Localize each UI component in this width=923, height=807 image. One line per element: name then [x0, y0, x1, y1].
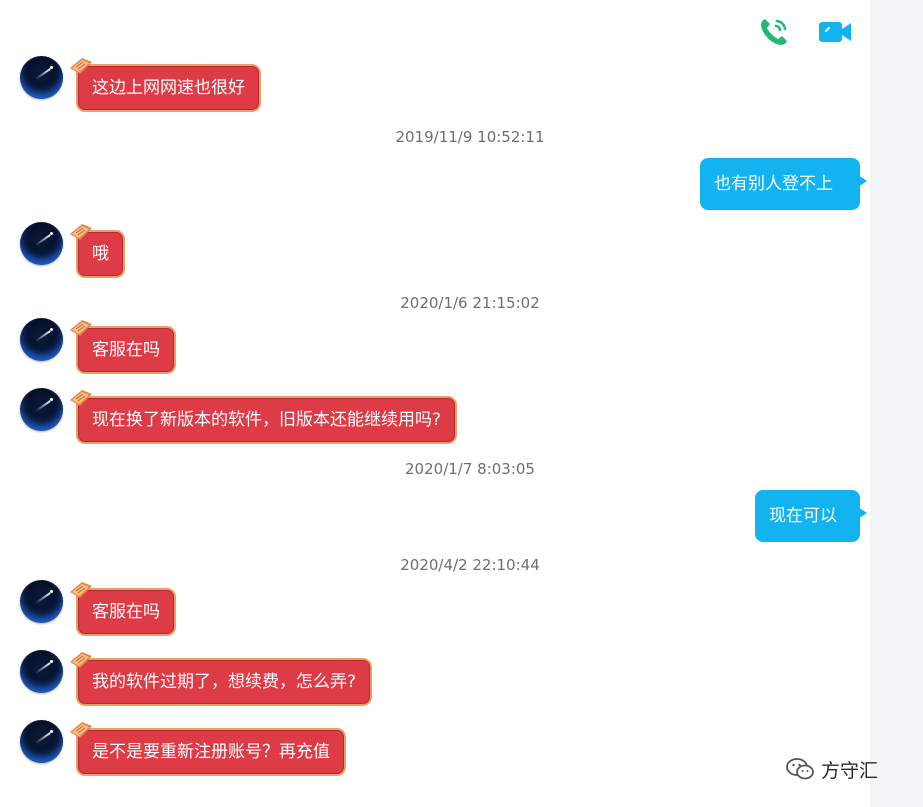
- message-text: 我的软件过期了，想续费，怎么弄?: [92, 672, 357, 692]
- watermark-text: 方守汇: [821, 759, 879, 782]
- incoming-message-bubble: 我的软件过期了，想续费，怎么弄?: [70, 652, 373, 706]
- bubble-ribbon-icon: [70, 582, 92, 598]
- message-text: 客服在吗: [92, 340, 160, 360]
- bubble-ribbon-icon: [70, 224, 92, 240]
- message-text: 现在换了新版本的软件，旧版本还能继续用吗?: [92, 410, 442, 430]
- right-panel-edge: [870, 0, 923, 807]
- incoming-message-bubble: 现在换了新版本的软件，旧版本还能继续用吗?: [70, 390, 458, 444]
- message-timestamp: 2020/1/6 21:15:02: [400, 294, 540, 312]
- video-call-icon[interactable]: [816, 13, 854, 51]
- wechat-official-account-icon: [786, 758, 814, 780]
- message-text: 现在可以: [769, 506, 837, 526]
- message-timestamp: 2019/11/9 10:52:11: [395, 128, 545, 146]
- bubble-ribbon-icon: [70, 390, 92, 406]
- message-text: 也有别人登不上: [714, 174, 833, 194]
- contact-avatar[interactable]: [20, 318, 63, 361]
- contact-avatar[interactable]: [20, 650, 63, 693]
- message-timestamp: 2020/4/2 22:10:44: [400, 556, 540, 574]
- message-text: 哦: [92, 244, 109, 264]
- incoming-message-bubble: 这边上网网速也很好: [70, 58, 261, 112]
- contact-avatar[interactable]: [20, 720, 63, 763]
- watermark: 方守汇: [785, 754, 878, 784]
- contact-avatar[interactable]: [20, 388, 63, 431]
- bubble-ribbon-icon: [70, 58, 92, 74]
- incoming-message-bubble: 客服在吗: [70, 320, 176, 374]
- bubble-ribbon-icon: [70, 320, 92, 336]
- contact-avatar[interactable]: [20, 222, 63, 265]
- outgoing-message-bubble: 现在可以: [755, 490, 867, 542]
- message-text: 客服在吗: [92, 602, 160, 622]
- outgoing-message-bubble: 也有别人登不上: [700, 158, 867, 210]
- message-timestamp: 2020/1/7 8:03:05: [405, 460, 535, 478]
- contact-avatar[interactable]: [20, 56, 63, 99]
- message-text: 是不是要重新注册账号？再充值: [92, 742, 330, 762]
- incoming-message-bubble: 客服在吗: [70, 582, 176, 636]
- incoming-message-bubble: 是不是要重新注册账号？再充值: [70, 722, 346, 776]
- voice-call-icon[interactable]: [755, 13, 793, 51]
- bubble-ribbon-icon: [70, 652, 92, 668]
- incoming-message-bubble: 哦: [70, 224, 125, 278]
- message-text: 这边上网网速也很好: [92, 78, 245, 98]
- contact-avatar[interactable]: [20, 580, 63, 623]
- bubble-ribbon-icon: [70, 722, 92, 738]
